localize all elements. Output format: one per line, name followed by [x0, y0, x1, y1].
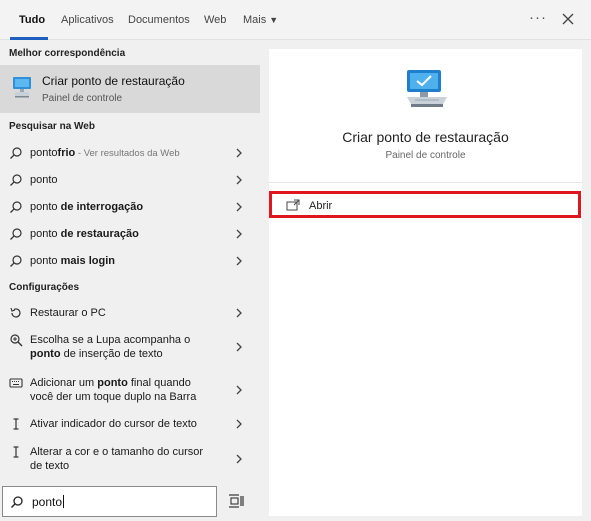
- system-restore-icon: [407, 70, 447, 107]
- top-tab-bar: Tudo Aplicativos Documentos Web Mais ▼ ·…: [0, 0, 591, 40]
- tab-more-label: Mais: [243, 14, 267, 26]
- restore-icon: [10, 307, 21, 318]
- chevron-right-icon: [236, 342, 242, 352]
- search-input-value: ponto: [32, 495, 65, 509]
- web-result-label: ponto: [30, 174, 58, 186]
- search-icon: [10, 201, 22, 213]
- more-options-button[interactable]: ···: [529, 9, 547, 26]
- search-icon: [10, 228, 22, 240]
- open-icon: [286, 199, 300, 211]
- chevron-right-icon: [236, 202, 242, 212]
- system-restore-icon: [13, 77, 31, 98]
- settings-item-label: Escolha se a Lupa acompanha o ponto de in…: [30, 334, 191, 360]
- web-result-label: pontofrio - Ver resultados da Web: [30, 147, 180, 159]
- preview-title: Criar ponto de restauração: [342, 129, 509, 145]
- web-result-label: ponto mais login: [30, 255, 115, 267]
- open-button[interactable]: Abrir: [269, 191, 581, 218]
- search-icon: [11, 496, 23, 508]
- preview-panel: Criar ponto de restauração Painel de con…: [269, 49, 582, 516]
- tab-documents[interactable]: Documentos: [128, 14, 190, 26]
- results-panel: Melhor correspondência Criar ponto de re…: [0, 41, 262, 486]
- best-match-title: Criar ponto de restauração: [42, 74, 185, 88]
- chevron-right-icon: [236, 175, 242, 185]
- settings-item-label: Adicionar um ponto final quando você der …: [30, 377, 197, 403]
- tab-web[interactable]: Web: [204, 14, 226, 26]
- web-result-label: ponto de restauração: [30, 228, 139, 240]
- chevron-right-icon: [236, 308, 242, 318]
- section-settings: Configurações: [9, 282, 80, 293]
- search-bar: ponto: [0, 486, 262, 521]
- settings-item-label: Alterar a cor e o tamanho do cursor de t…: [30, 446, 204, 472]
- best-match-item[interactable]: Criar ponto de restauração Painel de con…: [0, 65, 260, 113]
- active-tab-indicator: [10, 37, 48, 40]
- magnifier-icon: [10, 334, 23, 347]
- search-icon: [10, 174, 22, 186]
- keyboard-icon: [9, 378, 23, 388]
- tab-more[interactable]: Mais ▼: [243, 14, 278, 26]
- preview-subtitle: Painel de controle: [385, 150, 466, 161]
- divider: [269, 182, 582, 183]
- chevron-right-icon: [236, 419, 242, 429]
- chevron-right-icon: [236, 148, 242, 158]
- task-view-icon[interactable]: [228, 494, 244, 508]
- caret-down-icon: ▼: [269, 15, 279, 25]
- section-web-search: Pesquisar na Web: [9, 121, 95, 132]
- chevron-right-icon: [236, 256, 242, 266]
- settings-item-label: Ativar indicador do cursor de texto: [30, 418, 197, 430]
- tab-apps[interactable]: Aplicativos: [61, 14, 114, 26]
- search-icon: [10, 255, 22, 267]
- open-button-label: Abrir: [309, 200, 333, 212]
- web-result-label: ponto de interrogação: [30, 201, 144, 213]
- best-match-subtitle: Painel de controle: [42, 93, 123, 104]
- tab-all[interactable]: Tudo: [19, 14, 45, 26]
- chevron-right-icon: [236, 454, 242, 464]
- chevron-right-icon: [236, 229, 242, 239]
- text-cursor-icon: [13, 418, 19, 430]
- section-best-match: Melhor correspondência: [9, 48, 126, 59]
- settings-item-label: Restaurar o PC: [30, 307, 106, 319]
- search-input[interactable]: ponto: [2, 486, 217, 517]
- chevron-right-icon: [236, 385, 242, 395]
- search-icon: [10, 147, 22, 159]
- text-cursor-icon: [13, 446, 19, 458]
- close-icon[interactable]: [560, 11, 576, 27]
